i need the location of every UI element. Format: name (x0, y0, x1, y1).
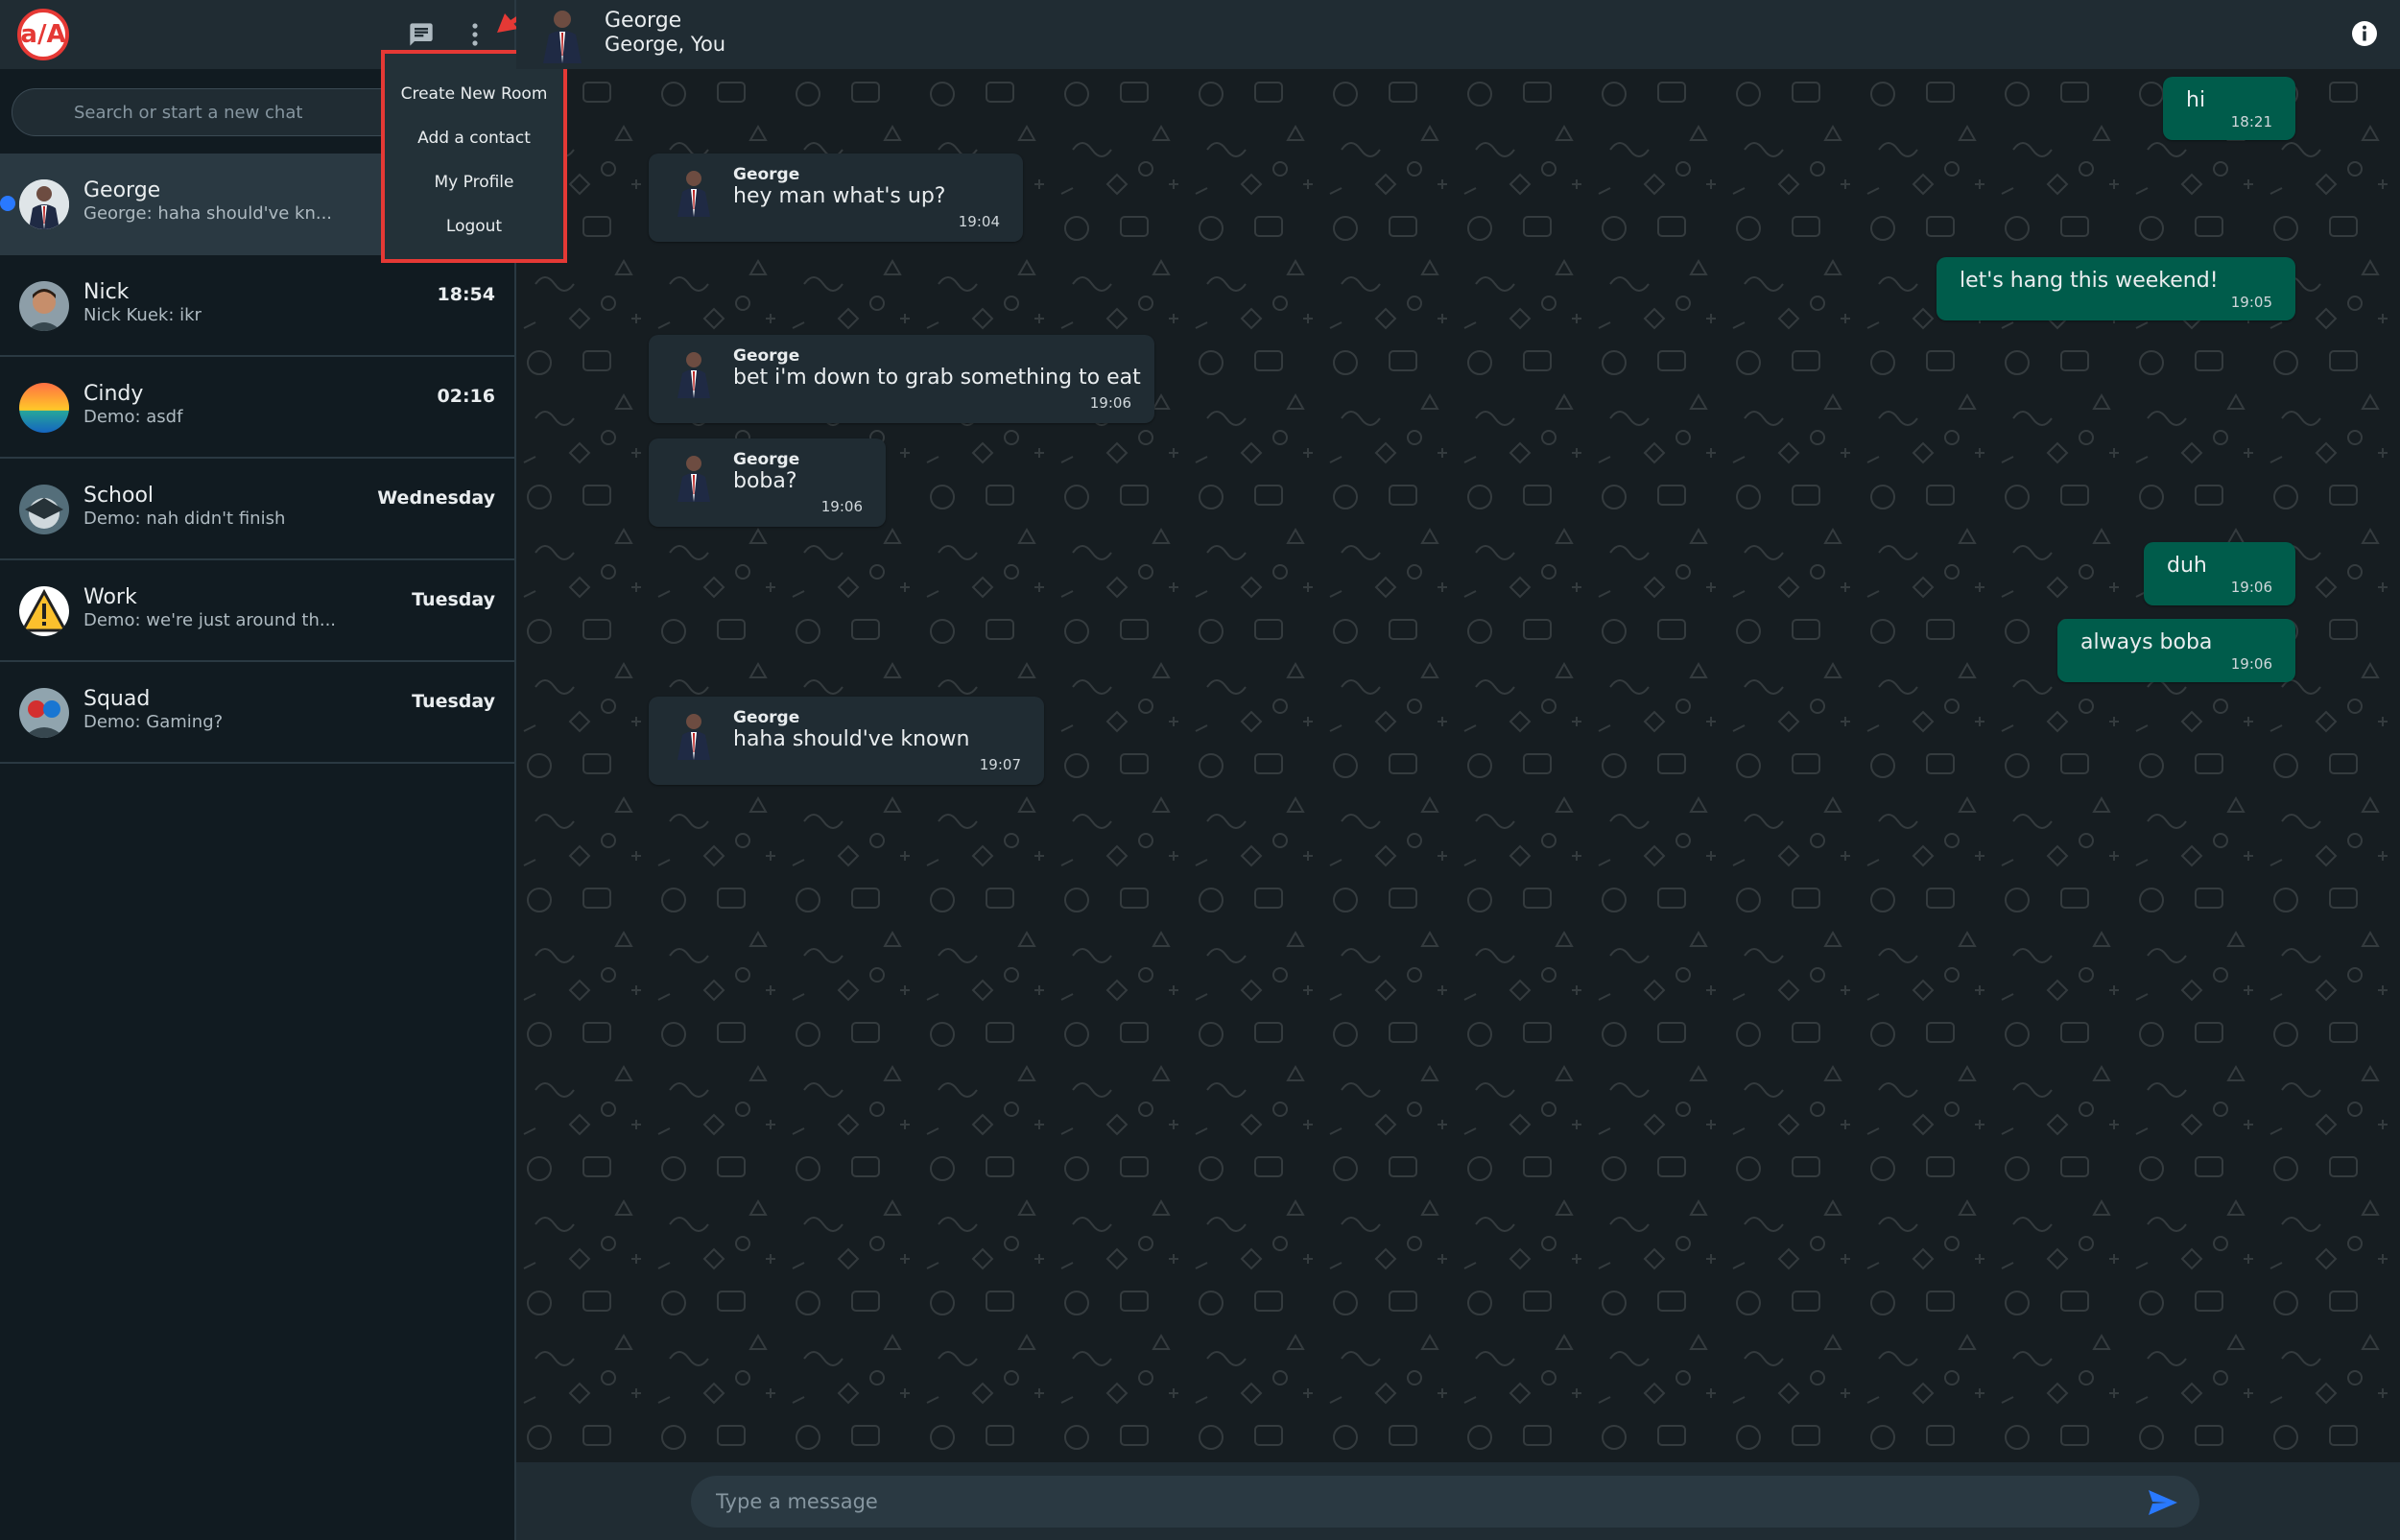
chat-time: 18:54 (437, 284, 495, 305)
new-chat-icon[interactable] (402, 15, 440, 54)
app-logo: a/A (17, 9, 69, 60)
unread-indicator (0, 196, 15, 211)
chat-time: Tuesday (412, 589, 495, 610)
message-time: 19:04 (958, 213, 1000, 230)
message-time: 18:21 (2230, 113, 2272, 130)
avatar (674, 452, 714, 502)
avatar (19, 383, 69, 433)
chat-name: Squad (83, 687, 151, 711)
chat-window: George George, You hi 18:21 George hey m… (516, 0, 2400, 1540)
avatar (19, 281, 69, 331)
app-logo-text: a/A (20, 20, 66, 49)
message-bubble-incoming: George haha should've known 19:07 (649, 697, 1044, 785)
message-sender: George (733, 450, 800, 469)
chat-item-school[interactable]: School Demo: nah didn't finish Wednesday (0, 459, 514, 560)
message-input-box (691, 1476, 2199, 1528)
menu-item-add-contact[interactable]: Add a contact (385, 119, 563, 163)
message-input[interactable] (691, 1476, 2199, 1528)
avatar (19, 485, 69, 534)
message-bubble-incoming: George hey man what's up? 19:04 (649, 154, 1023, 242)
message-text: duh (2167, 554, 2207, 578)
chat-item-cindy[interactable]: Cindy Demo: asdf 02:16 (0, 357, 514, 459)
message-text: hey man what's up? (733, 184, 946, 208)
chat-header: George George, You (516, 0, 2400, 69)
chat-title: George (605, 9, 682, 33)
chat-preview: Demo: we're just around th... (83, 610, 337, 630)
chat-time: Tuesday (412, 691, 495, 712)
options-menu: Create New Room Add a contact My Profile… (381, 50, 567, 263)
chat-name: Cindy (83, 382, 144, 406)
chat-preview: Nick Kuek: ikr (83, 305, 202, 325)
message-bubble-incoming: George bet i'm down to grab something to… (649, 335, 1154, 423)
chat-name: George (83, 178, 161, 202)
more-options-icon[interactable] (456, 15, 494, 54)
chat-name: Nick (83, 280, 130, 304)
message-text: let's hang this weekend! (1960, 269, 2219, 293)
chat-item-squad[interactable]: Squad Demo: Gaming? Tuesday (0, 662, 514, 764)
message-sender: George (733, 708, 800, 727)
message-text: always boba (2080, 630, 2213, 654)
message-time: 19:06 (2230, 579, 2272, 596)
menu-item-create-room[interactable]: Create New Room (385, 75, 563, 119)
message-text: haha should've known (733, 727, 970, 751)
message-text: hi (2186, 88, 2206, 112)
avatar (19, 586, 69, 636)
chat-preview: Demo: asdf (83, 407, 183, 427)
chat-name: Work (83, 585, 137, 609)
info-icon[interactable] (2350, 19, 2379, 48)
chat-preview: George: haha should've kn... (83, 203, 333, 224)
chat-preview: Demo: nah didn't finish (83, 509, 286, 529)
chat-name: School (83, 484, 154, 508)
chat-item-nick[interactable]: Nick Nick Kuek: ikr 18:54 (0, 255, 514, 357)
avatar (674, 710, 714, 760)
chat-time: Wednesday (377, 487, 495, 509)
message-text: boba? (733, 469, 797, 493)
avatar (674, 167, 714, 217)
menu-item-logout[interactable]: Logout (385, 207, 563, 251)
message-time: 19:06 (2230, 655, 2272, 673)
message-text: bet i'm down to grab something to eat (733, 366, 1141, 390)
chat-item-work[interactable]: Work Demo: we're just around th... Tuesd… (0, 560, 514, 662)
message-time: 19:05 (2230, 294, 2272, 311)
message-sender: George (733, 346, 800, 366)
message-time: 19:06 (1089, 394, 1131, 412)
message-bubble-incoming: George boba? 19:06 (649, 438, 886, 527)
message-time: 19:06 (820, 498, 863, 515)
message-bubble-outgoing: let's hang this weekend! 19:05 (1937, 257, 2295, 320)
message-bubble-outgoing: duh 19:06 (2144, 542, 2295, 605)
avatar (674, 348, 714, 398)
avatar (19, 179, 69, 229)
message-bubble-outgoing: always boba 19:06 (2057, 619, 2295, 682)
chat-preview: Demo: Gaming? (83, 712, 224, 732)
message-bubble-outgoing: hi 18:21 (2163, 77, 2295, 140)
message-sender: George (733, 165, 800, 184)
message-composer (516, 1462, 2400, 1540)
chat-time: 02:16 (437, 386, 495, 407)
message-time: 19:07 (979, 756, 1021, 773)
send-icon[interactable] (2148, 1489, 2178, 1516)
avatar (19, 688, 69, 738)
menu-item-my-profile[interactable]: My Profile (385, 163, 563, 207)
avatar[interactable] (537, 6, 587, 63)
chat-members: George, You (605, 33, 726, 56)
